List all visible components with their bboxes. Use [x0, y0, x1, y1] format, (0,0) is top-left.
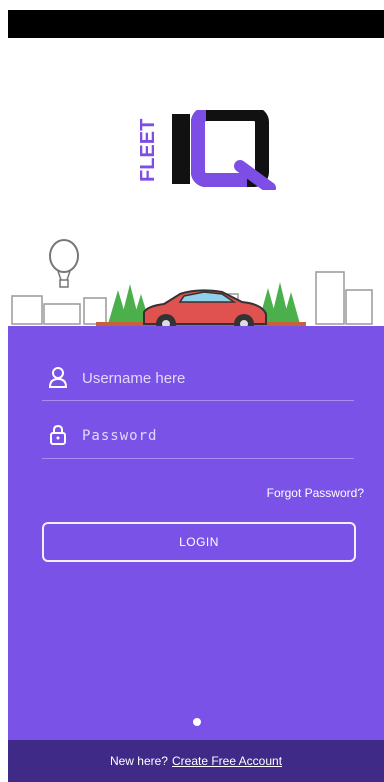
password-field-row — [42, 414, 354, 459]
fleet-iq-logo: FLEET — [136, 107, 286, 194]
login-panel: Forgot Password? LOGIN — [8, 326, 384, 740]
create-account-link[interactable]: Create Free Account — [172, 754, 282, 768]
password-input[interactable] — [80, 422, 344, 450]
forgot-password-link[interactable]: Forgot Password? — [267, 486, 364, 500]
app-frame: FLEET Username here Forgot Password? LOG… — [8, 0, 384, 782]
logo-i-bar — [172, 114, 190, 184]
username-field-row — [42, 356, 354, 401]
status-bar — [8, 10, 384, 38]
lock-icon — [48, 424, 68, 446]
user-icon — [48, 366, 68, 388]
footer-bar: New here? Create Free Account — [8, 740, 384, 782]
username-input[interactable] — [80, 364, 344, 392]
city-illustration — [8, 234, 384, 334]
left-buildings — [11, 295, 107, 325]
logo-fleet-text: FLEET — [137, 119, 159, 182]
footer-prompt: New here? — [109, 754, 168, 768]
scene-graphic — [11, 239, 373, 334]
page-indicator-dot — [193, 718, 201, 726]
logo-graphic: FLEET — [137, 107, 276, 194]
hot-air-balloon-icon — [49, 239, 79, 288]
login-button[interactable]: LOGIN — [42, 522, 356, 562]
